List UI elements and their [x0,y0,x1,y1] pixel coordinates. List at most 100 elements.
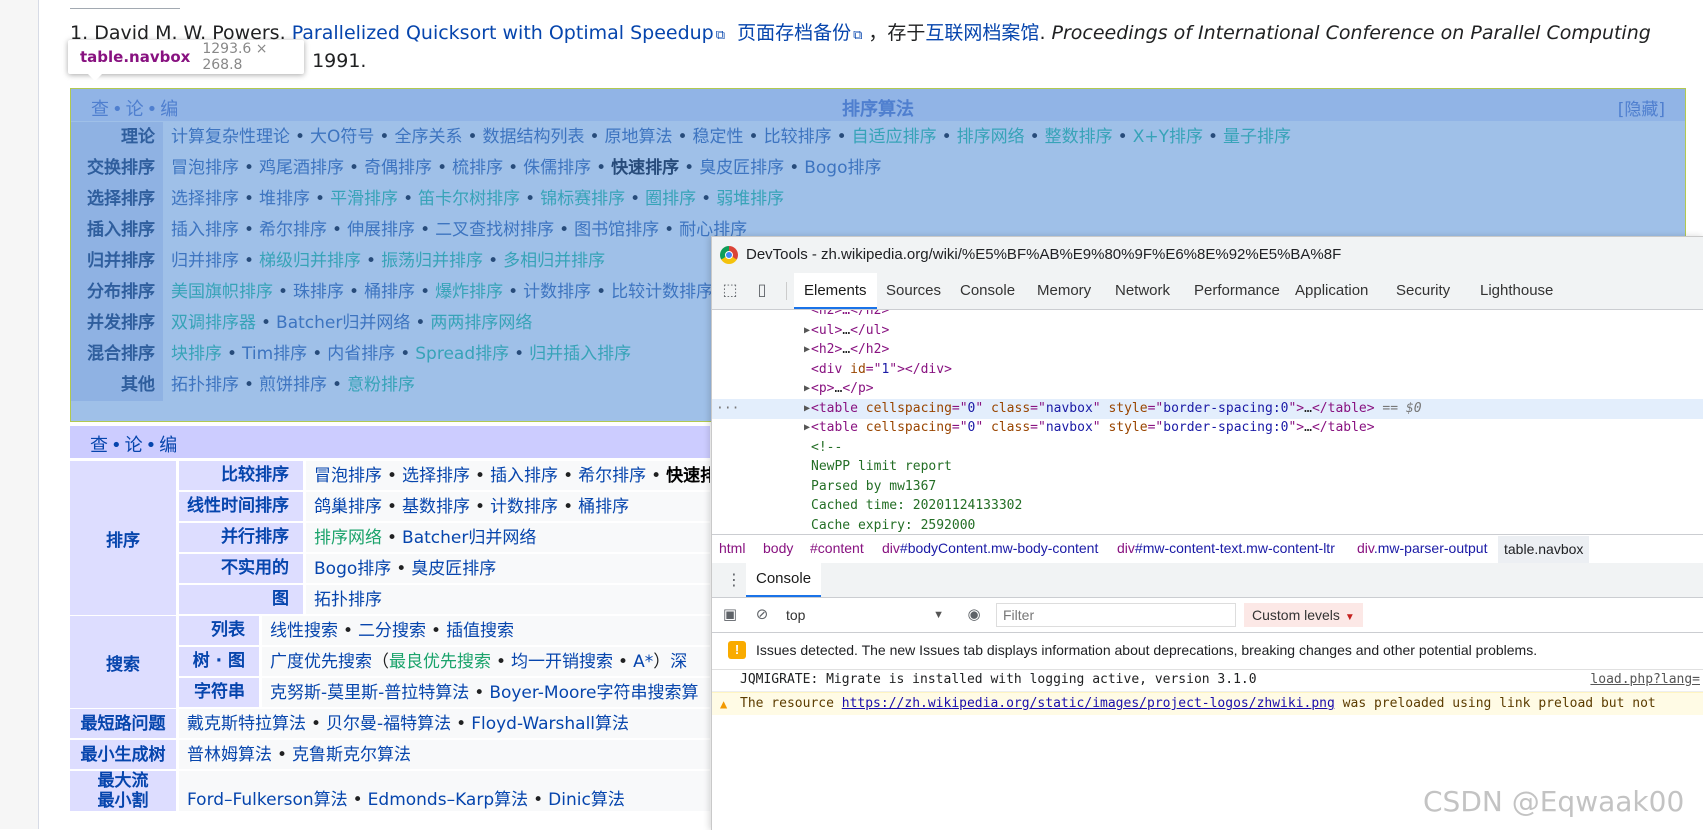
navbox-link[interactable]: 锦标赛排序 [540,189,625,209]
navbox-link[interactable]: 鸽巢排序 [314,497,382,517]
vte-view-link[interactable]: 查 [90,435,108,456]
navbox-hide-toggle[interactable]: [隐藏] [1618,95,1665,120]
navbox-link[interactable]: 振荡归并排序 [381,251,483,271]
navbox-link[interactable]: 快速排序 [666,466,710,486]
ref-wayback-link[interactable]: 互联网档案馆 [925,22,1039,44]
navbox-link[interactable]: Floyd-Warshall算法 [471,714,629,734]
navbox-link[interactable]: 美国旗帜排序 [171,282,273,302]
expand-arrow-icon[interactable]: ▶ [804,340,810,360]
vte-talk-link[interactable]: 论 [125,435,143,456]
navbox-link[interactable]: 块排序 [171,344,222,364]
navbox-link[interactable]: Bogo排序 [314,559,391,579]
navbox-link[interactable]: 拓扑排序 [171,375,239,395]
more-actions-icon[interactable]: ··· [716,399,739,419]
navbox-link[interactable]: 梯级归并排序 [259,251,361,271]
navbox-link[interactable]: 比较计数排序 [611,282,713,302]
navbox-link[interactable]: 排序网络 [957,127,1025,147]
navbox-link[interactable]: 全序关系 [394,127,462,147]
navbox-link[interactable]: 侏儒排序 [523,158,591,178]
navbox-link[interactable]: 原地算法 [605,127,673,147]
navbox-link[interactable]: Bogo排序 [804,158,881,178]
clear-console-icon[interactable]: ⊘ [752,605,772,625]
navbox-link[interactable]: X+Y排序 [1133,127,1203,147]
navbox-link[interactable]: 归并排序 [171,251,239,271]
navbox-link[interactable]: 插入排序 [171,220,239,240]
navbox-link[interactable]: 戴克斯特拉算法 [187,714,306,734]
breadcrumb-item[interactable]: body [763,540,793,556]
navbox-link[interactable]: 希尔排序 [259,220,327,240]
breadcrumb-item[interactable]: div#mw-content-text.mw-content-ltr [1117,540,1335,556]
dom-node-line[interactable]: ··· ▶ <table cellspacing="0" class="navbox… [712,398,1703,419]
expand-arrow-icon[interactable]: ▶ [804,399,810,419]
navbox-link[interactable]: 最良优先搜索 [389,652,491,672]
navbox-link[interactable]: 量子排序 [1223,127,1291,147]
navbox-link[interactable]: 普林姆算法 [187,745,272,765]
navbox-link[interactable]: 均一开销搜索 [511,652,613,672]
navbox-link[interactable]: 选择排序 [402,466,470,486]
tab-security[interactable]: Security [1386,273,1460,309]
navbox-link[interactable]: 平滑排序 [330,189,398,209]
dom-node-line[interactable]: ▶ <h2>…</h2> [712,340,1703,360]
navbox-link[interactable]: 伸展排序 [347,220,415,240]
navbox-link[interactable]: 意粉排序 [347,375,415,395]
navbox-link[interactable]: Dinic算法 [548,790,625,810]
navbox-link[interactable]: 弱堆排序 [716,189,784,209]
navbox-link[interactable]: 双调排序器 [171,313,256,333]
navbox-link[interactable]: 希尔排序 [578,466,646,486]
navbox-link[interactable]: 自适应排序 [852,127,937,147]
navbox-link[interactable]: 笛卡尔树排序 [418,189,520,209]
navbox-link[interactable]: 爆炸排序 [435,282,503,302]
tab-console-drawer[interactable]: Console [746,563,822,597]
navbox-link[interactable]: 拓扑排序 [314,590,382,610]
tab-console[interactable]: Console [950,273,1025,309]
navbox-link[interactable]: 稳定性 [693,127,744,147]
dom-node-line[interactable]: ▶ <table cellspacing="0" class="navbox" s… [712,418,1703,438]
navbox-link[interactable]: 臭皮匠排序 [411,559,496,579]
navbox-link[interactable]: 堆排序 [259,189,310,209]
navbox-link[interactable]: 煎饼排序 [259,375,327,395]
dom-node-line[interactable]: <h2>…</h2> [712,310,1703,321]
breadcrumb-item[interactable]: table.navbox [1498,536,1590,563]
navbox-link[interactable]: 二叉查找树排序 [435,220,554,240]
navbox-link[interactable]: Edmonds–Karp算法 [368,790,528,810]
navbox-link[interactable]: 比较排序 [764,127,832,147]
navbox-link[interactable]: 计数排序 [490,497,558,517]
navbox-link[interactable]: 桶排序 [364,282,415,302]
tab-sources[interactable]: Sources [876,273,951,309]
dom-node-line[interactable]: <div id="1"></div> [712,360,1703,380]
dom-node-line[interactable]: Parsed by mw1367 [712,477,1703,497]
eye-icon[interactable]: ◉ [964,605,984,625]
navbox-link[interactable]: 冒泡排序 [314,466,382,486]
sidebar-toggle-icon[interactable]: ▣ [720,605,740,625]
device-toolbar-icon[interactable]: ▯ [752,281,772,301]
navbox-link[interactable]: 圈排序 [645,189,696,209]
context-selector[interactable]: top ▼ [782,605,946,625]
navbox-link[interactable]: 整数排序 [1045,127,1113,147]
tab-elements[interactable]: Elements [794,273,877,309]
navbox-link[interactable]: 内省排序 [327,344,395,364]
filter-input[interactable]: Filter [996,603,1236,627]
navbox-link[interactable]: Batcher归并网络 [276,313,410,333]
navbox-link[interactable]: 广度优先搜索 [270,652,372,672]
navbox-link[interactable]: Tim排序 [242,344,307,364]
inspect-element-icon[interactable]: ⬚ [720,281,740,301]
navbox-link[interactable]: Ford–Fulkerson算法 [187,790,348,810]
ref-paper-link[interactable]: Parallelized Quicksort with Optimal Spee… [292,22,714,44]
navbox-link[interactable]: 计数排序 [523,282,591,302]
dom-node-line[interactable]: ▶ <ul>…</ul> [712,321,1703,341]
dom-node-line[interactable]: <!-- [712,438,1703,458]
navbox-link[interactable]: 冒泡排序 [171,158,239,178]
navbox-link[interactable]: 鸡尾酒排序 [259,158,344,178]
navbox-link[interactable]: Spread排序 [415,344,509,364]
navbox-link[interactable]: 奇偶排序 [364,158,432,178]
navbox-link[interactable]: 梳排序 [452,158,503,178]
navbox-link[interactable]: 克鲁斯克尔算法 [292,745,411,765]
navbox-link[interactable]: 计算复杂性理论 [171,127,290,147]
navbox-link[interactable]: 大O符号 [310,127,374,147]
breadcrumb-item[interactable]: html [719,540,745,556]
navbox-link[interactable]: 二分搜索 [358,621,426,641]
navbox-link[interactable]: 珠排序 [293,282,344,302]
navbox-link[interactable]: 图书馆排序 [574,220,659,240]
vte-edit-link[interactable]: 编 [159,435,177,456]
dom-node-line[interactable]: ▶ <p>…</p> [712,379,1703,399]
